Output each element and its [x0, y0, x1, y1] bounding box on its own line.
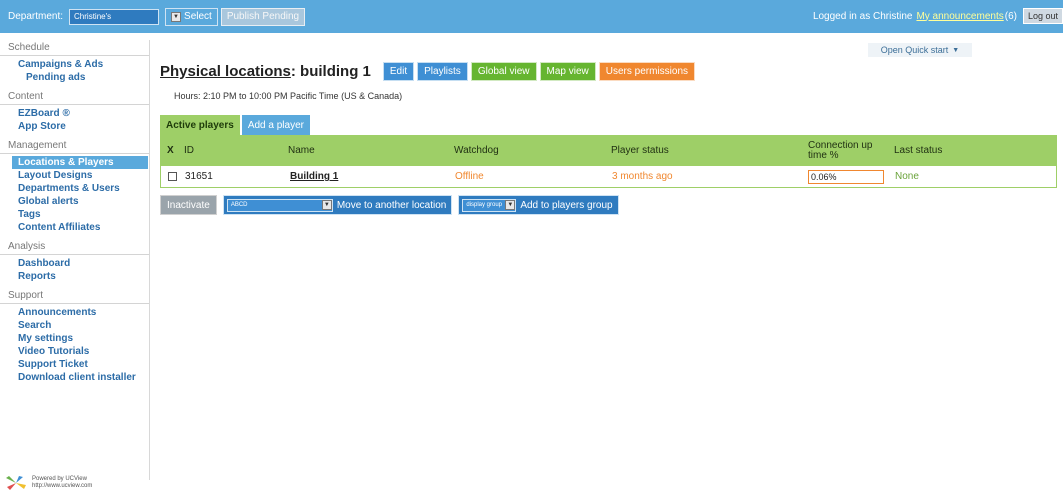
tab-add-player[interactable]: Add a player [241, 115, 310, 135]
open-quick-start-button[interactable]: Open Quick start ▼ [868, 43, 972, 57]
user-info: Logged in as Christine My announcements … [813, 8, 1063, 24]
sidebar-item-app-store[interactable]: App Store [0, 120, 149, 133]
sidebar-item-dashboard[interactable]: Dashboard [0, 257, 149, 270]
playlists-button[interactable]: Playlists [417, 62, 468, 81]
sidebar-section-analysis: Analysis [0, 239, 149, 255]
sidebar-section-content: Content [0, 89, 149, 105]
global-view-button[interactable]: Global view [470, 62, 537, 81]
physical-locations-link[interactable]: Physical locations [160, 63, 291, 80]
connection-uptime-value: 0.06% [808, 169, 884, 184]
column-header-name: Name [288, 145, 315, 156]
page-header: Physical locations: building 1 Edit Play… [160, 62, 696, 81]
powered-by-text: Powered by UCView [32, 476, 87, 482]
players-table-header: X ID Name Watchdog Player status Connect… [160, 135, 1057, 166]
connection-uptime: 0.06% [808, 166, 884, 187]
sidebar-item-reports[interactable]: Reports [0, 270, 149, 283]
column-header-id: ID [184, 145, 194, 156]
sidebar-item-my-settings[interactable]: My settings [0, 332, 149, 345]
player-name-link[interactable]: Building 1 [290, 166, 338, 187]
sidebar-section-support: Support [0, 288, 149, 304]
sidebar-item-announcements[interactable]: Announcements [0, 306, 149, 319]
powered-by-logo: Powered by UCView http://www.ucview.com [6, 476, 92, 490]
tab-active-players[interactable]: Active players [160, 115, 240, 135]
location-hours: Hours: 2:10 PM to 10:00 PM Pacific Time … [174, 91, 403, 101]
department-select[interactable]: Christine's [69, 8, 160, 25]
column-header-x: X [167, 145, 174, 156]
announcements-count: (6) [1004, 10, 1017, 22]
sidebar-section-schedule: Schedule [0, 40, 149, 56]
players-tabs: Active players Add a player [160, 115, 310, 135]
players-group-select[interactable]: display group ▼ [462, 198, 517, 212]
chevron-down-icon: ▼ [321, 200, 332, 210]
edit-button[interactable]: Edit [382, 62, 415, 81]
bulk-actions: Inactivate ABCD ▼ Move to another locati… [160, 195, 619, 215]
page-title: Physical locations: building 1 [160, 63, 371, 80]
logged-in-text: Logged in as Christine [812, 10, 913, 22]
sidebar-item-content-affiliates[interactable]: Content Affiliates [0, 221, 149, 234]
sidebar-item-video-tutorials[interactable]: Video Tutorials [0, 345, 149, 358]
sidebar-item-layout-designs[interactable]: Layout Designs [0, 169, 149, 182]
map-view-button[interactable]: Map view [539, 62, 596, 81]
chevron-down-icon: ▼ [171, 11, 182, 22]
column-header-last-status: Last status [894, 145, 943, 156]
move-location-group: ABCD ▼ Move to another location [222, 195, 453, 215]
player-id: 31651 [185, 171, 213, 182]
select-button[interactable]: ▼ Select [165, 7, 218, 26]
sidebar-item-support-ticket[interactable]: Support Ticket [0, 358, 149, 371]
sidebar-section-management: Management [0, 138, 149, 154]
row-select-checkbox[interactable] [168, 166, 177, 187]
inactivate-button[interactable]: Inactivate [160, 195, 217, 215]
publish-pending-button[interactable]: Publish Pending [220, 7, 306, 26]
logout-button[interactable]: Log out [1022, 8, 1063, 24]
ucview-logo-icon [6, 476, 26, 490]
sidebar-item-pending-ads[interactable]: Pending ads [0, 71, 149, 84]
watchdog-status: Offline [455, 171, 484, 182]
sidebar-item-global-alerts[interactable]: Global alerts [0, 195, 149, 208]
open-quick-start-label: Open Quick start [880, 45, 949, 55]
users-permissions-button[interactable]: Users permissions [598, 62, 696, 81]
column-header-connection: Connection up time % [808, 139, 873, 161]
players-group-select-value: display group [466, 202, 503, 208]
powered-by-url: http://www.ucview.com [32, 483, 93, 489]
column-header-watchdog: Watchdog [454, 145, 499, 156]
last-status: None [895, 171, 919, 182]
page-title-location: : building 1 [290, 63, 371, 80]
move-to-location-button[interactable]: Move to another location [337, 200, 447, 211]
sidebar-item-ezboard[interactable]: EZBoard ® [0, 107, 149, 120]
sidebar-item-locations[interactable]: Locations & Players [12, 156, 148, 169]
player-status: 3 months ago [612, 171, 673, 182]
chevron-down-icon: ▼ [505, 200, 516, 210]
department-label: Department: [8, 11, 64, 22]
my-announcements-link[interactable]: My announcements [916, 11, 1003, 22]
department-value: Christine's [74, 12, 112, 21]
select-button-label: Select [184, 11, 212, 22]
sidebar: Schedule Campaigns & Ads Pending ads Con… [0, 40, 150, 480]
sidebar-item-download-installer[interactable]: Download client installer [0, 371, 149, 384]
sidebar-item-search[interactable]: Search [0, 319, 149, 332]
location-select[interactable]: ABCD ▼ [226, 198, 333, 212]
sidebar-item-departments[interactable]: Departments & Users [0, 182, 149, 195]
column-header-player-status: Player status [611, 145, 669, 156]
players-group-group: display group ▼ Add to players group [458, 195, 619, 215]
sidebar-item-tags[interactable]: Tags [0, 208, 149, 221]
table-row: 31651 Building 1 Offline 3 months ago 0.… [160, 166, 1057, 188]
top-bar: Department: Christine's ▼ Select Publish… [0, 0, 1063, 33]
location-select-value: ABCD [230, 202, 248, 208]
add-to-group-button[interactable]: Add to players group [520, 200, 612, 211]
sidebar-item-campaigns[interactable]: Campaigns & Ads [0, 58, 149, 71]
chevron-down-icon: ▼ [952, 46, 960, 54]
